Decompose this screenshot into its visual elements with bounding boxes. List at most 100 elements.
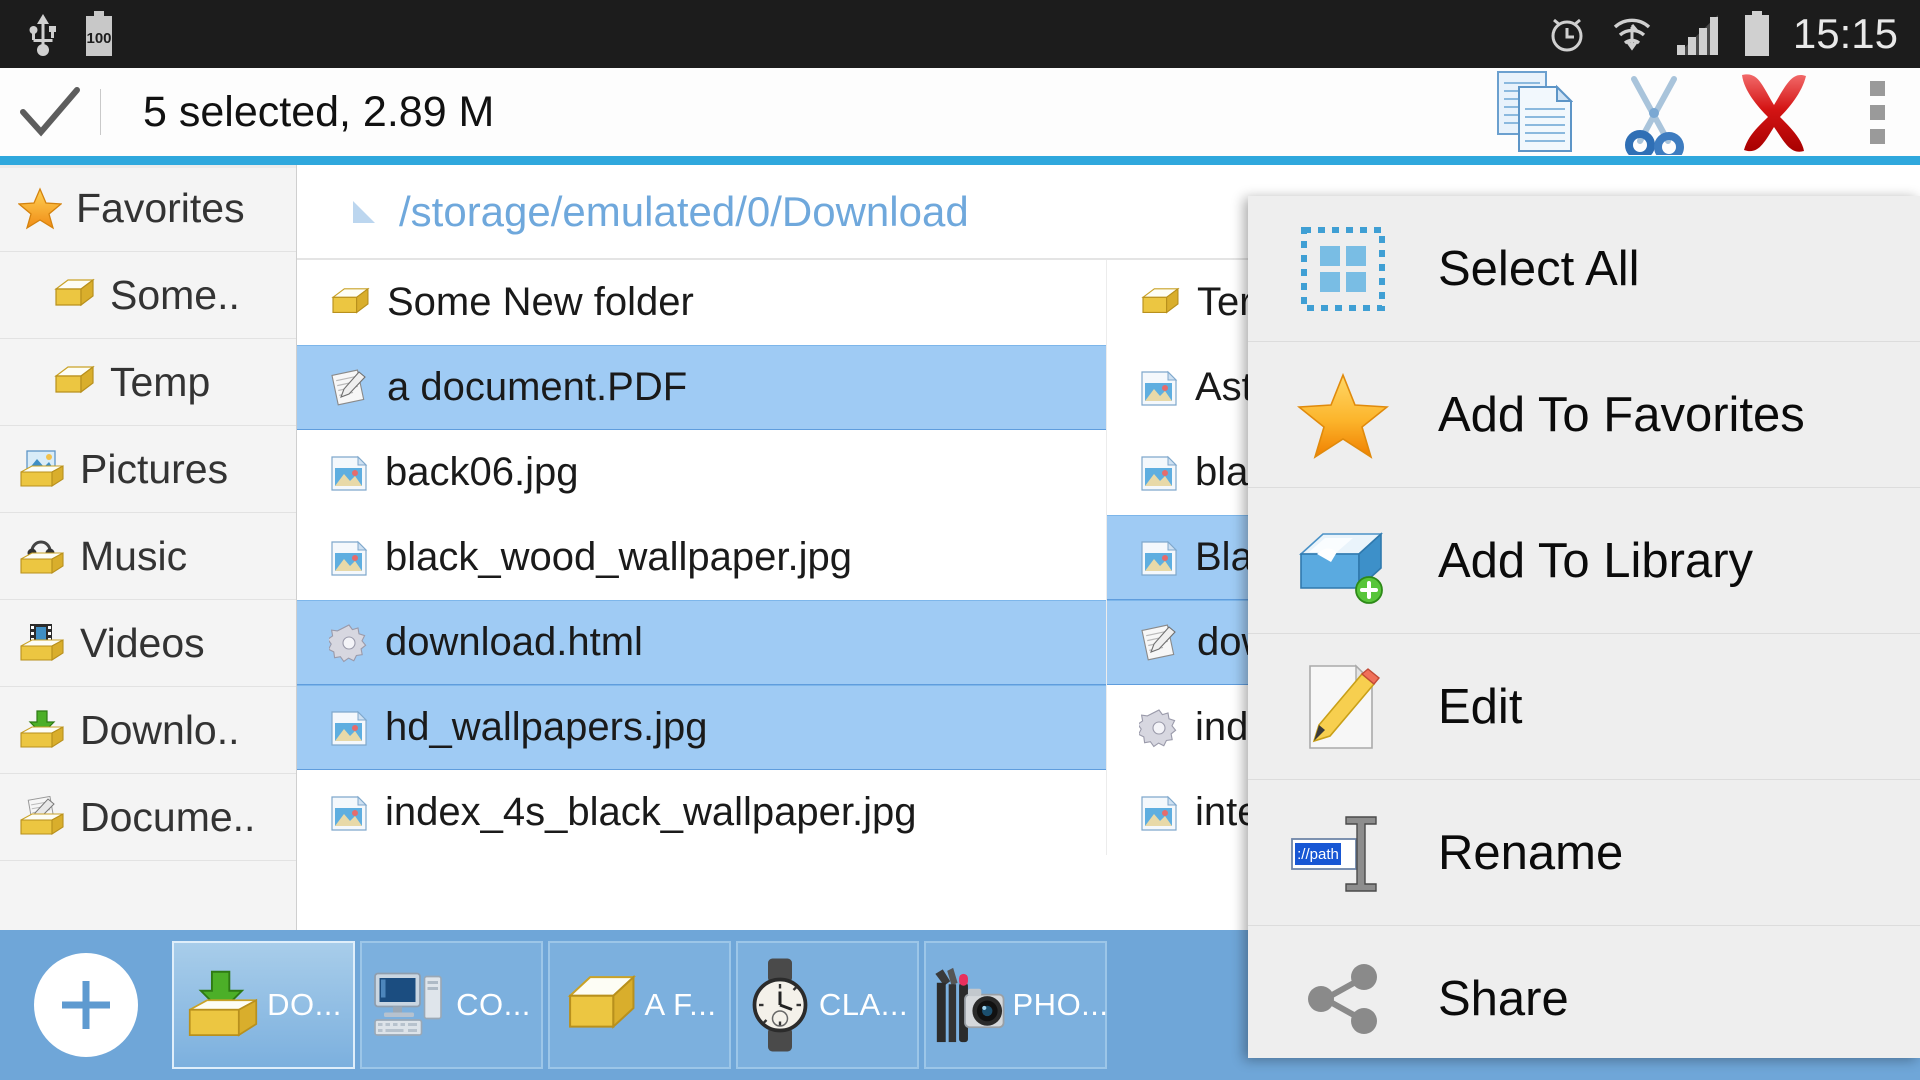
up-triangle-icon[interactable] xyxy=(349,197,383,227)
copy-documents-icon xyxy=(1495,69,1573,155)
edit-pencil-icon xyxy=(1248,662,1438,752)
sidebar-item-label: Favorites xyxy=(76,184,245,231)
downloads-folder-icon xyxy=(185,967,261,1043)
cut-button[interactable] xyxy=(1594,68,1714,156)
file-name-label: Some New folder xyxy=(387,280,694,324)
folder-icon xyxy=(329,286,371,320)
confirm-selection-button[interactable] xyxy=(0,86,100,138)
menu-item-share[interactable]: Share xyxy=(1248,926,1920,1058)
sidebar-item-label: Downlo.. xyxy=(80,706,240,753)
tab-computer[interactable]: CO... xyxy=(360,941,543,1069)
file-row[interactable]: download.html xyxy=(297,600,1106,685)
status-bar-left: 100 xyxy=(0,11,116,57)
menu-item-add-to-favorites[interactable]: Add To Favorites xyxy=(1248,342,1920,488)
file-row[interactable]: hd_wallpapers.jpg xyxy=(297,685,1106,770)
menu-item-label: Share xyxy=(1438,972,1569,1026)
sidebar-item-some[interactable]: Some.. xyxy=(0,252,296,339)
alarm-icon xyxy=(1545,11,1589,57)
battery-icon: 100 xyxy=(82,11,116,57)
delete-button[interactable] xyxy=(1714,68,1834,156)
documents-folder-icon xyxy=(18,796,66,838)
folder-icon xyxy=(563,971,639,1039)
image-icon xyxy=(329,454,369,492)
watch-icon xyxy=(747,957,813,1053)
file-name-label: a document.PDF xyxy=(387,365,688,409)
music-folder-icon xyxy=(18,535,66,577)
breadcrumb-path-label: /storage/emulated/0/Download xyxy=(399,187,969,235)
file-name-label: Ter xyxy=(1197,280,1253,324)
sidebar-item-label: Videos xyxy=(80,619,205,666)
sidebar-item-label: Temp xyxy=(110,358,211,405)
tab-label: CLA... xyxy=(818,987,909,1022)
image-icon xyxy=(1139,454,1179,492)
computer-icon xyxy=(372,969,450,1041)
file-row[interactable]: Some New folder xyxy=(297,260,1106,345)
select-all-icon xyxy=(1248,226,1438,312)
menu-item-add-to-library[interactable]: Add To Library xyxy=(1248,488,1920,634)
file-row[interactable]: back06.jpg xyxy=(297,430,1106,515)
sidebar-item-pictures[interactable]: Pictures xyxy=(0,426,296,513)
file-name-label: Ast xyxy=(1195,365,1253,409)
sidebar-item-temp[interactable]: Temp xyxy=(0,339,296,426)
tab-downloads[interactable]: DO... xyxy=(172,941,355,1069)
copy-button[interactable] xyxy=(1474,68,1594,156)
menu-item-label: Edit xyxy=(1438,679,1523,734)
tab-label: PHO... xyxy=(1012,987,1109,1022)
folder-icon xyxy=(52,364,96,400)
file-name-label: bla xyxy=(1195,450,1249,494)
battery-percent-label: 100 xyxy=(86,30,111,47)
image-icon xyxy=(329,709,369,747)
image-icon xyxy=(1139,794,1179,832)
image-icon xyxy=(1139,539,1179,577)
action-bar-buttons xyxy=(1474,68,1920,156)
usb-icon xyxy=(26,12,60,56)
tab-a-folder[interactable]: A F... xyxy=(548,941,731,1069)
star-icon xyxy=(1248,371,1438,459)
add-tab-button[interactable] xyxy=(0,953,172,1057)
sidebar-item-label: Pictures xyxy=(80,445,229,492)
file-row[interactable]: index_4s_black_wallpaper.jpg xyxy=(297,770,1106,855)
star-icon xyxy=(18,186,62,230)
file-name-label: hd_wallpapers.jpg xyxy=(385,705,708,749)
folder-icon xyxy=(1139,286,1181,320)
status-bar-right: 15:15 xyxy=(1545,10,1920,58)
menu-item-label: Rename xyxy=(1438,825,1624,880)
sidebar[interactable]: Favorites Some.. Temp Pictures Music Vid… xyxy=(0,165,297,930)
file-column-left: Some New folder a document.PDF back06.jp… xyxy=(297,260,1107,855)
menu-item-select-all[interactable]: Select All xyxy=(1248,196,1920,342)
selection-summary-label: 5 selected, 2.89 M xyxy=(143,87,495,136)
overflow-menu-button[interactable] xyxy=(1834,68,1920,156)
gear-icon xyxy=(1139,708,1179,748)
menu-item-edit[interactable]: Edit xyxy=(1248,634,1920,780)
sidebar-item-downloads[interactable]: Downlo.. xyxy=(0,687,296,774)
document-icon xyxy=(329,368,371,408)
sidebar-item-documents[interactable]: Docume.. xyxy=(0,774,296,861)
file-name-label: ind xyxy=(1195,705,1249,749)
sidebar-item-music[interactable]: Music xyxy=(0,513,296,600)
sidebar-item-videos[interactable]: Videos xyxy=(0,600,296,687)
tab-label: DO... xyxy=(267,987,342,1022)
folder-icon xyxy=(52,277,96,313)
menu-item-rename[interactable]: ://path Rename xyxy=(1248,780,1920,926)
overflow-dot xyxy=(1869,80,1885,96)
image-icon xyxy=(1139,369,1179,407)
videos-folder-icon xyxy=(18,622,66,664)
file-row[interactable]: a document.PDF xyxy=(297,345,1106,430)
menu-item-label: Select All xyxy=(1438,241,1640,296)
pictures-folder-icon xyxy=(18,448,66,490)
file-row[interactable]: black_wood_wallpaper.jpg xyxy=(297,515,1106,600)
tab-photo[interactable]: PHO... xyxy=(924,941,1109,1069)
status-bar: 100 15:15 xyxy=(0,0,1920,68)
overflow-dot xyxy=(1869,128,1885,144)
sidebar-item-favorites[interactable]: Favorites xyxy=(0,165,296,252)
checkmark-icon xyxy=(19,86,81,138)
clock-label: 15:15 xyxy=(1792,10,1898,57)
action-bar: 5 selected, 2.89 M xyxy=(0,68,1920,156)
add-to-library-icon xyxy=(1248,518,1438,604)
tab-class[interactable]: CLA... xyxy=(736,941,919,1069)
sidebar-item-label: Some.. xyxy=(110,271,240,318)
add-tab-circle xyxy=(34,953,138,1057)
battery-full-icon xyxy=(1741,11,1773,57)
plus-icon xyxy=(54,973,118,1037)
rename-cursor-icon: ://path xyxy=(1248,805,1438,901)
